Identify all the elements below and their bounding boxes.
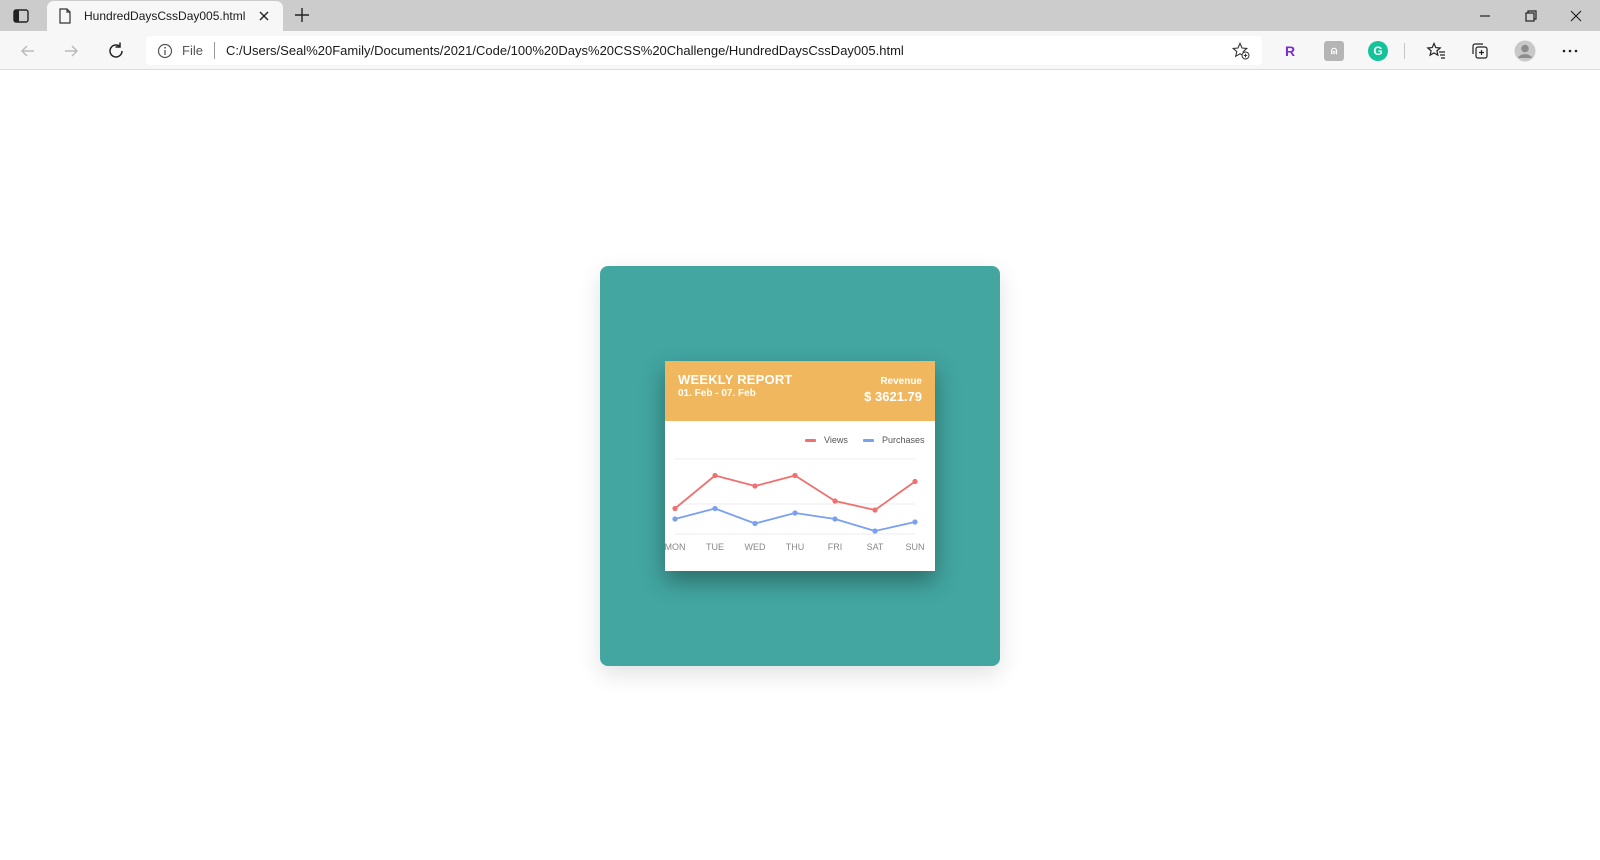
report-title: WEEKLY REPORT [678, 372, 793, 387]
data-point-views [792, 472, 798, 479]
weekly-report-card: WEEKLY REPORT 01. Feb - 07. Feb Revenue … [665, 361, 935, 571]
refresh-icon[interactable] [105, 40, 127, 62]
extension-r-glyph: R [1284, 43, 1296, 59]
legend-label-views: Views [824, 435, 848, 445]
series-line-views [674, 474, 916, 511]
close-tab-icon[interactable] [257, 9, 271, 23]
more-menu-icon[interactable] [1560, 41, 1580, 61]
profile-avatar-icon[interactable] [1514, 40, 1536, 62]
data-point-purchases [912, 519, 918, 525]
x-tick-label: TUE [706, 542, 724, 552]
back-icon[interactable] [17, 40, 39, 62]
extension-gray-glyph: ⍝ [1330, 44, 1338, 57]
data-point-purchases [672, 516, 678, 522]
tab-actions-icon[interactable] [12, 7, 30, 25]
legend-swatch-purchases [863, 439, 874, 442]
tab-strip: HundredDaysCssDay005.html [0, 0, 1600, 31]
revenue-label: Revenue [880, 376, 922, 387]
url-text[interactable]: C:/Users/Seal%20Family/Documents/2021/Co… [226, 43, 904, 58]
data-point-purchases [872, 528, 878, 534]
grammarly-icon[interactable]: G [1368, 41, 1388, 61]
page-icon [59, 8, 71, 24]
add-favorite-icon[interactable] [1232, 42, 1250, 60]
data-point-views [832, 498, 838, 504]
x-tick-label: WED [745, 542, 766, 552]
minimize-icon[interactable] [1475, 6, 1495, 26]
favorites-icon[interactable] [1426, 41, 1446, 61]
data-point-views [712, 472, 718, 479]
info-icon[interactable] [157, 43, 173, 59]
report-dates: 01. Feb - 07. Feb [678, 388, 756, 399]
toolbar-divider [1404, 43, 1405, 59]
collections-icon[interactable] [1470, 41, 1490, 61]
data-point-views [912, 478, 918, 485]
new-tab-icon[interactable] [294, 7, 310, 23]
extension-gray-icon[interactable]: ⍝ [1324, 41, 1344, 61]
data-point-views [752, 483, 758, 489]
data-point-purchases [792, 510, 798, 516]
x-tick-label: SAT [867, 542, 884, 552]
address-scheme: File [182, 43, 203, 58]
data-point-purchases [752, 520, 758, 527]
x-tick-label: THU [786, 542, 805, 552]
data-point-purchases [832, 516, 838, 522]
close-window-icon[interactable] [1566, 6, 1586, 26]
restore-icon[interactable] [1521, 6, 1541, 26]
revenue-value: $ 3621.79 [864, 389, 922, 404]
address-bar[interactable]: File C:/Users/Seal%20Family/Documents/20… [146, 36, 1262, 65]
grammarly-glyph: G [1373, 44, 1383, 58]
tab-active[interactable]: HundredDaysCssDay005.html [47, 1, 283, 31]
x-tick-label: MON [665, 542, 686, 552]
tab-title: HundredDaysCssDay005.html [84, 9, 246, 23]
forward-icon[interactable] [60, 40, 82, 62]
data-point-purchases [712, 505, 718, 512]
navigation-toolbar: File C:/Users/Seal%20Family/Documents/20… [0, 31, 1600, 70]
extension-r-icon[interactable]: R [1280, 41, 1300, 61]
data-point-views [872, 507, 878, 513]
weekly-line-chart: Views Purchases MON TUE WED THU FRI SAT SUN [665, 435, 925, 552]
legend-swatch-views [805, 439, 816, 442]
x-tick-label: SUN [905, 542, 924, 552]
card-header: WEEKLY REPORT 01. Feb - 07. Feb Revenue … [665, 361, 935, 421]
x-tick-label: FRI [828, 542, 843, 552]
address-separator [214, 42, 215, 59]
legend-label-purchases: Purchases [882, 435, 925, 445]
data-point-views [672, 505, 678, 512]
